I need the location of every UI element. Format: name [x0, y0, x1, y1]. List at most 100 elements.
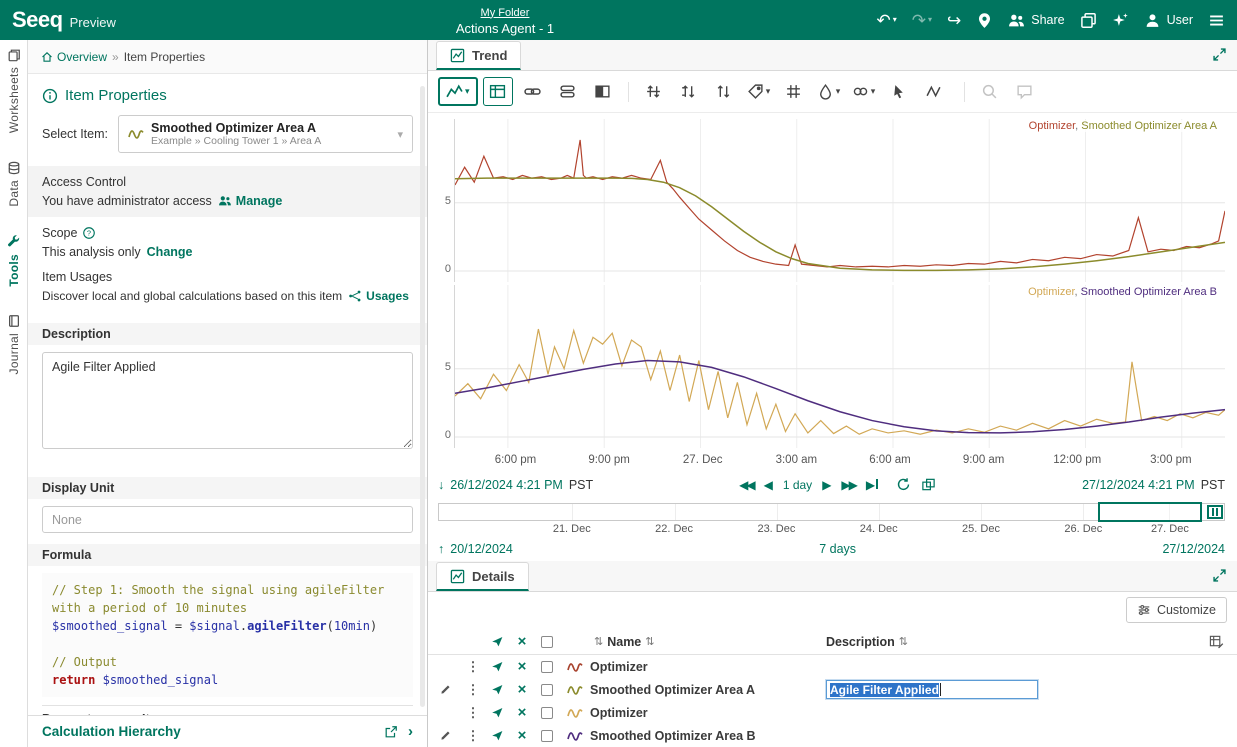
description-textarea[interactable]: Agile Filter Applied [42, 352, 413, 449]
y-axis-labels[interactable]: 5 0 [438, 119, 454, 282]
select-all-checkbox[interactable] [541, 636, 553, 648]
name-column-header[interactable]: Name [607, 635, 641, 649]
send-icon[interactable] [484, 660, 510, 673]
tab-trend[interactable]: Trend [436, 41, 521, 70]
seeq-logo[interactable]: Seeq Preview [12, 7, 116, 33]
forward-share-icon[interactable]: ↪ [947, 12, 961, 29]
chart-type-button[interactable]: ▾ [438, 77, 478, 106]
auto-scale-button[interactable] [709, 77, 739, 106]
breadcrumb-overview-link[interactable]: Overview [41, 50, 107, 64]
zoom-button[interactable] [975, 77, 1005, 106]
range-duration-link[interactable]: 1 day [783, 478, 812, 492]
chevron-right-icon[interactable]: › [408, 723, 413, 740]
edit-pencil-icon[interactable] [428, 729, 462, 742]
legend-entry[interactable]: Smoothed Optimizer Area A [1081, 120, 1217, 132]
panel-scrollbar[interactable] [420, 86, 425, 707]
remove-all-icon[interactable]: × [510, 634, 534, 649]
gridlines-button[interactable] [779, 77, 809, 106]
sort-icon[interactable]: ⇅ [899, 635, 908, 648]
sidebar-item-journal[interactable]: Journal [7, 314, 21, 374]
manage-access-link[interactable]: Manage [218, 194, 283, 208]
y-axis-labels[interactable]: 5 0 [438, 285, 454, 448]
formula-code[interactable]: // Step 1: Smooth the signal using agile… [42, 573, 413, 697]
expand-details-icon[interactable] [1212, 568, 1227, 583]
cursor-button[interactable] [884, 77, 914, 106]
legend-entry[interactable]: Optimizer [1028, 286, 1074, 298]
display-unit-input[interactable] [42, 506, 413, 533]
row-name[interactable]: Optimizer [590, 660, 826, 674]
chart-legend[interactable]: Optimizer, Smoothed Optimizer Area B [1026, 286, 1219, 298]
auto-update-icon[interactable] [896, 477, 911, 492]
derivative-button[interactable] [919, 77, 949, 106]
edit-columns-icon[interactable] [1195, 634, 1237, 649]
annotate-button[interactable] [1010, 77, 1040, 106]
calculation-hierarchy-footer[interactable]: Calculation Hierarchy › [28, 715, 427, 747]
step-to-end-button[interactable]: ▶ [866, 478, 878, 492]
user-menu[interactable]: User [1144, 12, 1193, 29]
hamburger-menu-icon[interactable] [1208, 12, 1225, 29]
remove-icon[interactable]: × [510, 705, 534, 720]
chart-legend[interactable]: Optimizer, Smoothed Optimizer Area A [1027, 120, 1219, 132]
overview-duration-link[interactable]: 7 days [819, 542, 856, 556]
copy-range-icon[interactable] [921, 477, 936, 492]
send-all-icon[interactable] [484, 635, 510, 648]
sidebar-item-worksheets[interactable]: Worksheets [7, 48, 21, 133]
dimming-button[interactable] [588, 77, 618, 106]
range-end-link[interactable]: 27/12/2024 4:21 PM [1082, 478, 1195, 492]
overview-start-arrow-icon[interactable]: ↑ [438, 542, 444, 556]
overview-selection[interactable] [1098, 502, 1202, 522]
remove-icon[interactable]: × [510, 682, 534, 697]
sidebar-item-data[interactable]: Data [7, 161, 21, 207]
expand-trend-icon[interactable] [1212, 47, 1227, 62]
change-scope-link[interactable]: Change [147, 245, 193, 259]
step-back-fast-button[interactable]: ◀◀ [739, 478, 753, 492]
external-link-icon[interactable] [384, 725, 398, 739]
overview-now-handle[interactable] [1207, 505, 1223, 519]
description-edit-input[interactable]: Agile Filter Applied [826, 680, 1038, 699]
undo-button[interactable]: ↶▾ [876, 12, 896, 29]
chart-plot-area[interactable]: Optimizer, Smoothed Optimizer Area A [454, 119, 1225, 282]
capsule-link-button[interactable] [518, 77, 548, 106]
table-view-button[interactable] [483, 77, 513, 106]
row-name[interactable]: Smoothed Optimizer Area B [590, 729, 826, 743]
description-column-header[interactable]: Description [826, 635, 895, 649]
send-icon[interactable] [484, 706, 510, 719]
customize-button[interactable]: Customize [1126, 597, 1227, 623]
redo-button[interactable]: ↷▾ [912, 12, 932, 29]
tab-details[interactable]: Details [436, 562, 529, 591]
interpolation-button[interactable]: ▾ [849, 77, 879, 106]
x-axis-labels[interactable]: 6:00 pm9:00 pm27. Dec3:00 am6:00 am9:00 … [464, 451, 1213, 471]
usages-link[interactable]: Usages [348, 289, 409, 303]
ai-sparkle-icon[interactable] [1112, 12, 1129, 29]
samples-button[interactable]: ▾ [814, 77, 844, 106]
sort-icon[interactable]: ⇅ [594, 635, 603, 648]
step-forward-fast-button[interactable]: ▶▶ [841, 478, 855, 492]
row-checkbox[interactable] [541, 661, 553, 673]
one-axis-button[interactable] [674, 77, 704, 106]
overview-timebar[interactable] [438, 503, 1225, 521]
one-lane-button[interactable] [639, 77, 669, 106]
remove-icon[interactable]: × [510, 728, 534, 743]
step-forward-button[interactable]: ▶ [822, 478, 831, 492]
row-name[interactable]: Optimizer [590, 706, 826, 720]
remove-icon[interactable]: × [510, 659, 534, 674]
worksheets-panel-icon[interactable] [1080, 12, 1097, 29]
send-icon[interactable] [484, 683, 510, 696]
step-back-button[interactable]: ◀ [764, 478, 773, 492]
my-folder-link[interactable]: My Folder [481, 7, 530, 19]
legend-entry[interactable]: Optimizer [1029, 120, 1075, 132]
row-menu-icon[interactable]: ⋮ [462, 659, 484, 675]
capsule-time-button[interactable] [553, 77, 583, 106]
sidebar-item-tools[interactable]: Tools [7, 235, 21, 287]
help-icon[interactable]: ? [82, 226, 96, 240]
row-name[interactable]: Smoothed Optimizer Area A [590, 683, 826, 697]
row-menu-icon[interactable]: ⋮ [462, 705, 484, 721]
sort-icon[interactable]: ⇅ [645, 635, 654, 648]
overview-end-link[interactable]: 27/12/2024 [1162, 542, 1225, 556]
edit-pencil-icon[interactable] [428, 683, 462, 696]
row-menu-icon[interactable]: ⋮ [462, 682, 484, 698]
range-start-link[interactable]: 26/12/2024 4:21 PM [450, 478, 563, 492]
labels-button[interactable]: ▾ [744, 77, 774, 106]
location-pin-icon[interactable] [976, 12, 993, 29]
legend-entry[interactable]: Smoothed Optimizer Area B [1081, 286, 1217, 298]
